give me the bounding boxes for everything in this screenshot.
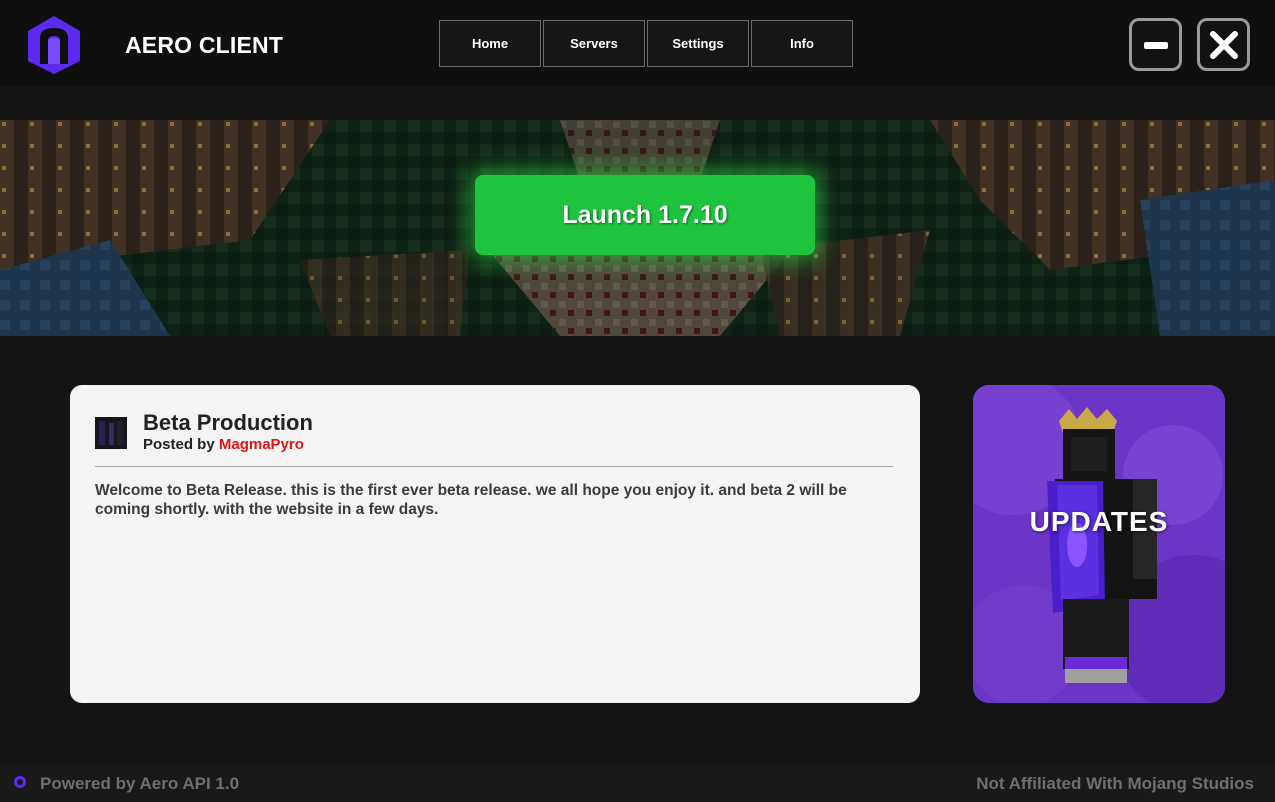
nav-home-button[interactable]: Home (439, 20, 541, 67)
launch-button[interactable]: Launch 1.7.10 (475, 175, 815, 255)
close-icon (1209, 30, 1238, 59)
aero-small-icon (14, 776, 26, 788)
news-author-link[interactable]: MagmaPyro (219, 436, 304, 453)
posted-by-label: Posted by (143, 436, 215, 453)
updates-card[interactable]: UPDATES (973, 385, 1225, 703)
status-bar: Powered by Aero API 1.0 Not Affiliated W… (0, 765, 1275, 802)
powered-by-text: Powered by Aero API 1.0 (40, 774, 240, 793)
app-title: AERO CLIENT (125, 32, 284, 58)
minimize-icon (1143, 41, 1168, 49)
author-avatar (95, 417, 127, 449)
news-card: Beta Production Posted by MagmaPyro Welc… (70, 385, 920, 703)
close-button[interactable] (1197, 18, 1250, 71)
hero-banner: Launch 1.7.10 (0, 120, 1275, 336)
character-skin-image (973, 385, 1225, 703)
aero-logo-icon (28, 16, 80, 74)
nav-servers-button[interactable]: Servers (543, 20, 645, 67)
news-title: Beta Production (143, 410, 313, 435)
title-bar: AERO CLIENT Home Servers Settings Info (0, 0, 1275, 86)
updates-label: UPDATES (1029, 506, 1169, 537)
nav-info-button[interactable]: Info (751, 20, 853, 67)
news-divider (95, 466, 893, 467)
main-nav: Home Servers Settings Info (439, 20, 853, 67)
minimize-button[interactable] (1129, 18, 1182, 71)
disclaimer-text: Not Affiliated With Mojang Studios (976, 774, 1254, 793)
news-body: Welcome to Beta Release. this is the fir… (95, 482, 847, 518)
news-meta: Posted by MagmaPyro (143, 436, 304, 453)
nav-settings-button[interactable]: Settings (647, 20, 749, 67)
